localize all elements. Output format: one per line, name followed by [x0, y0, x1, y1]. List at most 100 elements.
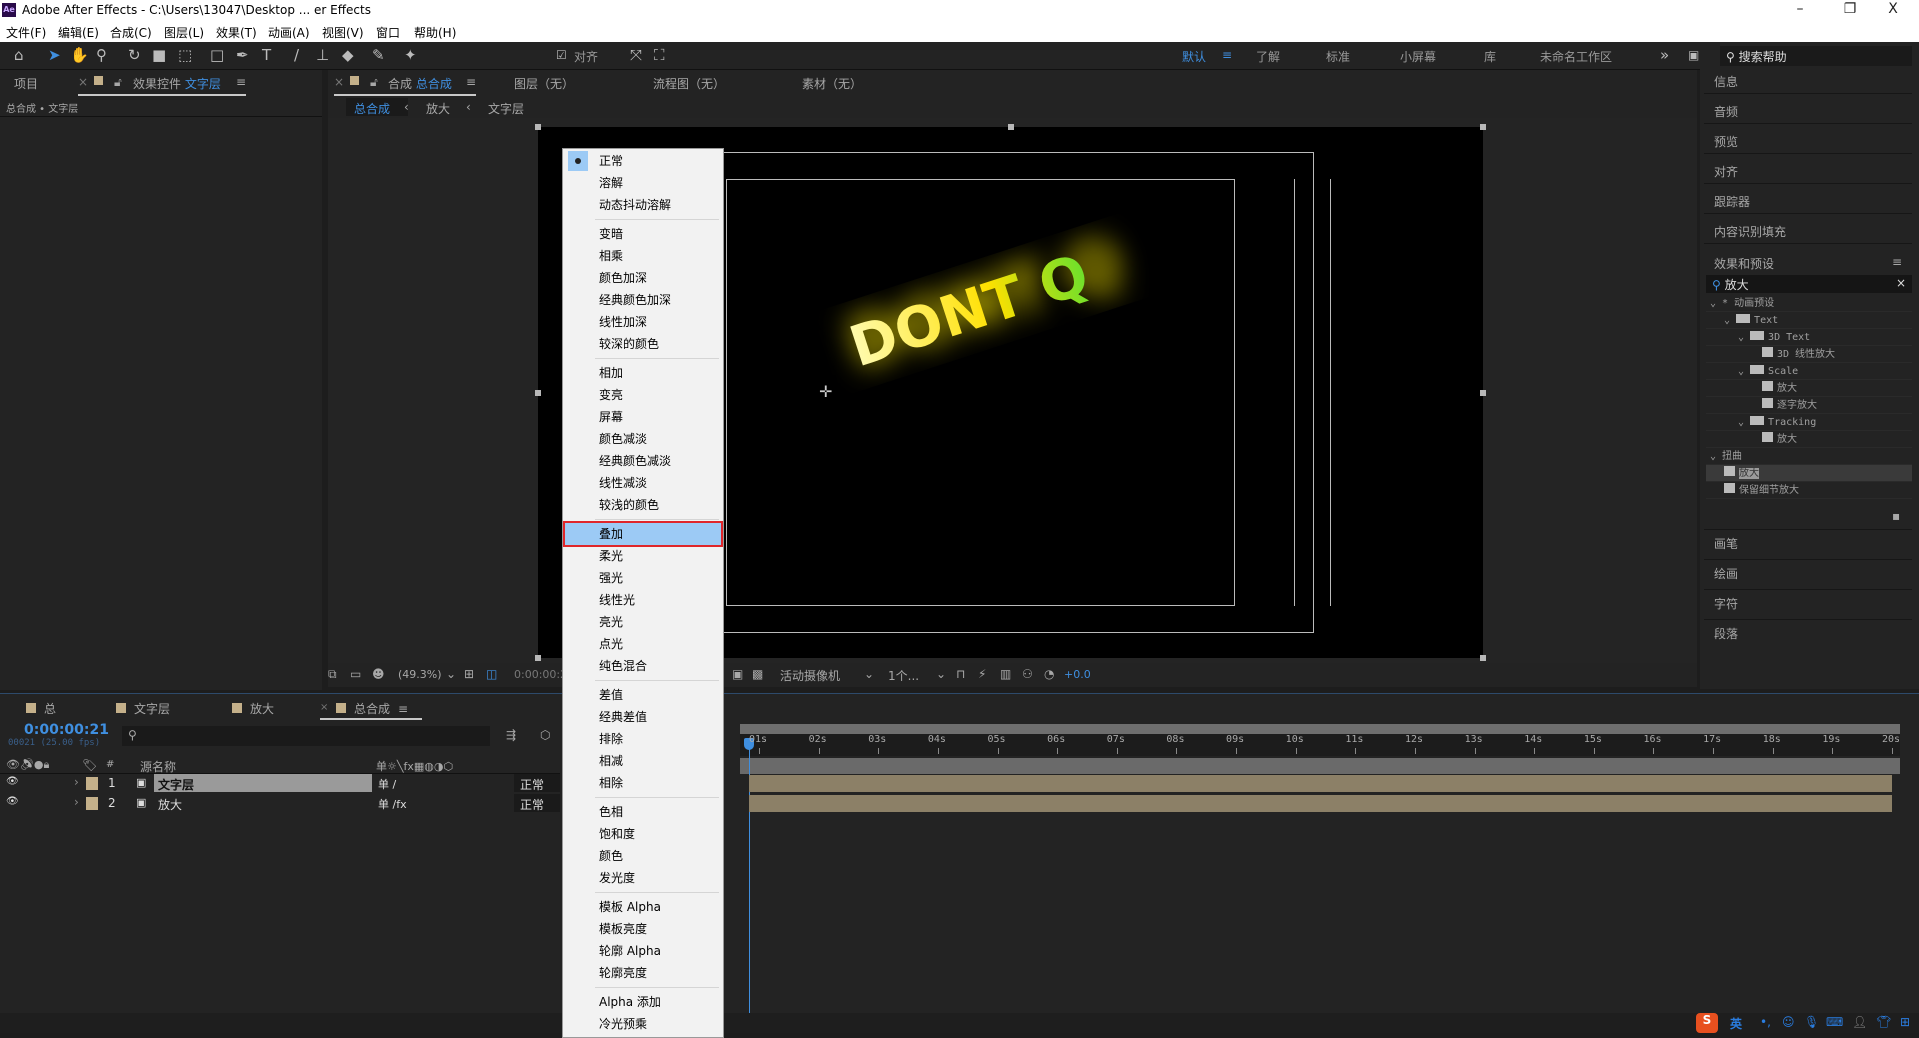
blend-mode-option[interactable]: 相乘	[565, 245, 721, 267]
tree-item[interactable]: ⌄ Text	[1706, 312, 1912, 329]
snap-checkbox[interactable]: ☑	[556, 48, 567, 62]
timeline-icon[interactable]: ▥	[1000, 667, 1011, 681]
draft-3d-icon[interactable]: ⬡	[540, 728, 550, 742]
panel-menu-icon[interactable]: ≡	[398, 702, 408, 716]
menu-item[interactable]: 合成(C)	[110, 24, 152, 41]
checkerboard-icon[interactable]: ▩	[752, 667, 763, 681]
blend-mode-option[interactable]: 线性光	[565, 589, 721, 611]
roto-brush-icon[interactable]: ✎	[372, 46, 385, 64]
panel-1[interactable]: 音频	[1714, 103, 1738, 120]
close-tab-icon[interactable]: ×	[78, 75, 88, 89]
eraser-tool-icon[interactable]: ◆	[342, 46, 354, 64]
blend-mode-option[interactable]: 溶解	[565, 172, 721, 194]
fast-preview-icon[interactable]: ⚡	[978, 667, 986, 681]
breadcrumb-layer[interactable]: 文字层	[488, 100, 524, 117]
breadcrumb-comp[interactable]: 总合成	[354, 100, 390, 117]
tree-item[interactable]: ⌄ 3D Text	[1706, 329, 1912, 346]
chevron-down-icon[interactable]: ⌄	[1710, 298, 1722, 309]
blend-mode-option[interactable]: 模板 Alpha	[565, 896, 721, 918]
panel-menu-icon[interactable]: ≡	[1892, 255, 1902, 269]
blend-mode-option[interactable]: 线性加深	[565, 311, 721, 333]
home-icon[interactable]: ⌂	[14, 46, 24, 64]
selection-tool-icon[interactable]: ➤	[48, 46, 61, 64]
tree-item[interactable]: 放大	[1706, 380, 1912, 397]
tab-flowchart[interactable]: 流程图（无）	[653, 75, 725, 92]
menu-item[interactable]: 窗口	[376, 24, 400, 41]
transform-handle[interactable]	[535, 124, 541, 130]
blend-mode-option[interactable]: 差值	[565, 684, 721, 706]
blend-mode-option[interactable]: 正常	[565, 150, 721, 172]
layer-row[interactable]: 👁︎ › 1 ▣ 文字层单 / 正常	[0, 774, 560, 793]
panel-段落[interactable]: 段落	[1714, 625, 1738, 642]
text-tool-icon[interactable]: T	[262, 46, 271, 64]
lock-icon[interactable]: 🔓︎	[370, 75, 378, 90]
blend-mode-option[interactable]: 冷光预乘	[565, 1013, 721, 1035]
panel-2[interactable]: 预览	[1714, 133, 1738, 150]
tree-item[interactable]: ⌄ Scale	[1706, 363, 1912, 380]
menu-item[interactable]: 动画(A)	[268, 24, 310, 41]
pan-behind-icon[interactable]: ⬚	[178, 46, 192, 64]
tree-item[interactable]: ⌄ * 动画预设	[1706, 295, 1912, 312]
blend-mode-option[interactable]: 柔光	[565, 545, 721, 567]
always-preview-icon[interactable]: ⧉	[328, 667, 337, 682]
transform-handle[interactable]	[1008, 124, 1014, 130]
puppet-pin-icon[interactable]: ✦	[404, 46, 417, 64]
visibility-eye-icon[interactable]: 👁︎	[6, 796, 19, 807]
panel-4[interactable]: 跟踪器	[1714, 193, 1750, 210]
transform-handle[interactable]	[535, 390, 541, 396]
tab-composition[interactable]: 合成 总合成	[388, 75, 452, 92]
toggle-mask-icon[interactable]: ▣	[732, 667, 743, 681]
blend-mode-option[interactable]: 叠加	[563, 521, 723, 547]
transform-handle[interactable]	[1480, 655, 1486, 661]
snap-option-icon[interactable]: ⤧	[630, 46, 642, 64]
exposure-value[interactable]: +0.0	[1064, 668, 1091, 681]
zoom-dropdown[interactable]: (49.3%)	[398, 668, 442, 681]
blend-mode-option[interactable]: 屏幕	[565, 406, 721, 428]
search-help-input[interactable]: ⚲ 搜索帮助	[1720, 46, 1912, 66]
composition-flowchart-icon[interactable]: ⇶	[506, 728, 516, 742]
tree-item[interactable]: 3D 线性放大	[1706, 346, 1912, 363]
column-source-name[interactable]: 源名称	[140, 758, 176, 775]
punctuation-icon[interactable]: •,	[1760, 1015, 1771, 1029]
close-tab-icon[interactable]: ×	[320, 702, 328, 713]
panel-3[interactable]: 对齐	[1714, 163, 1738, 180]
blend-mode-option[interactable]: 模板亮度	[565, 918, 721, 940]
layer-switches[interactable]: 单 /fx	[378, 796, 407, 812]
blend-mode-option[interactable]: 颜色加深	[565, 267, 721, 289]
skin-icon[interactable]: 👕︎	[1876, 1015, 1891, 1029]
blend-mode-option[interactable]: 颜色	[565, 845, 721, 867]
tree-item[interactable]: ⌄ Tracking	[1706, 414, 1912, 431]
monitor-icon[interactable]: ▭	[350, 667, 361, 681]
workspace-tab[interactable]: 库	[1484, 48, 1496, 65]
tree-item[interactable]: 逐字放大	[1706, 397, 1912, 414]
label-swatch[interactable]	[86, 797, 98, 810]
blend-mode-option[interactable]: 经典颜色加深	[565, 289, 721, 311]
workspace-menu-icon[interactable]: ≡	[1222, 48, 1232, 62]
layer-duration-bar[interactable]	[749, 775, 1892, 792]
close-tab-icon[interactable]: ×	[334, 75, 344, 89]
chevron-down-icon[interactable]: ⌄	[1738, 417, 1750, 428]
menu-item[interactable]: 效果(T)	[216, 24, 257, 41]
transform-handle[interactable]	[1480, 124, 1486, 130]
blend-mode-option[interactable]: 排除	[565, 728, 721, 750]
tree-item[interactable]: 保留细节放大	[1706, 482, 1912, 499]
sogou-ime-icon[interactable]: S	[1696, 1013, 1718, 1033]
workspace-tab[interactable]: 了解	[1256, 48, 1280, 65]
workspace-tab[interactable]: 默认	[1182, 48, 1206, 65]
blend-mode-option[interactable]: 经典颜色减淡	[565, 450, 721, 472]
blend-mode-option[interactable]: 变暗	[565, 223, 721, 245]
menu-item[interactable]: 视图(V)	[322, 24, 364, 41]
hand-tool-icon[interactable]: ✋	[70, 46, 89, 64]
menu-item[interactable]: 文件(F)	[6, 24, 46, 41]
timeline-tab[interactable]: 文字层	[116, 700, 170, 717]
panel-字符[interactable]: 字符	[1714, 595, 1738, 612]
panel-0[interactable]: 信息	[1714, 73, 1738, 90]
close-button[interactable]: X	[1878, 1, 1908, 17]
transform-handle[interactable]	[1480, 390, 1486, 396]
layer-name[interactable]: 放大	[154, 794, 372, 812]
blend-mode-option[interactable]: 较浅的颜色	[565, 494, 721, 516]
menu-item[interactable]: 帮助(H)	[414, 24, 456, 41]
microphone-icon[interactable]: 🎙︎	[1804, 1015, 1819, 1029]
tab-footage[interactable]: 素材（无）	[802, 75, 862, 92]
anchor-point-icon[interactable]: ✛	[819, 382, 832, 401]
